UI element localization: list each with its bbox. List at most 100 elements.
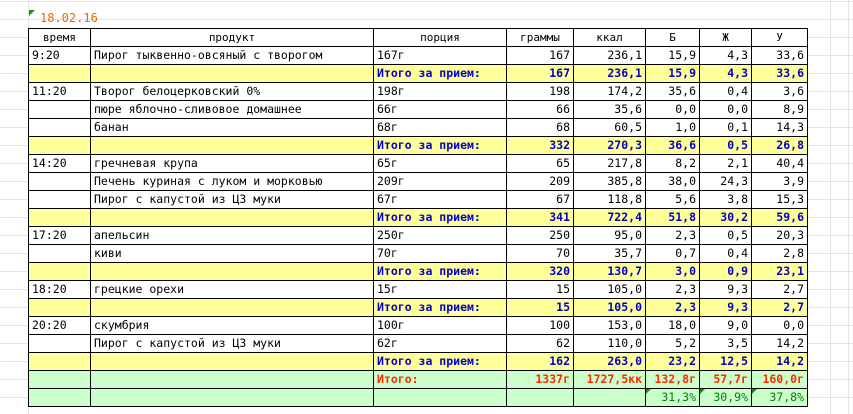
product-cell[interactable]: апельсин [90, 226, 374, 245]
meal-time-cell[interactable] [28, 244, 91, 263]
empty-cell[interactable] [90, 352, 374, 371]
fat-cell[interactable]: 0,4 [699, 82, 752, 101]
total-grams-cell[interactable]: 341 [506, 208, 574, 227]
portion-cell[interactable]: 68г [373, 118, 507, 137]
meal-time-cell[interactable]: 11:20 [28, 82, 91, 101]
portion-cell[interactable]: 209г [373, 172, 507, 191]
empty-cell[interactable] [28, 352, 91, 371]
total-protein-cell[interactable]: 3,0 [645, 262, 700, 281]
empty-cell[interactable] [28, 262, 91, 281]
meal-total-label[interactable]: Итого за прием: [373, 64, 507, 83]
total-fat-cell[interactable]: 30,2 [699, 208, 752, 227]
empty-cell[interactable] [90, 64, 374, 83]
meal-time-cell[interactable]: 18:20 [28, 280, 91, 299]
total-protein-cell[interactable]: 36,6 [645, 136, 700, 155]
kcal-cell[interactable]: 385,8 [573, 172, 646, 191]
protein-cell[interactable]: 18,0 [645, 316, 700, 335]
meal-time-cell[interactable]: 17:20 [28, 226, 91, 245]
protein-cell[interactable]: 8,2 [645, 154, 700, 173]
grand-total-label[interactable]: Итого: [373, 370, 507, 389]
kcal-cell[interactable]: 118,8 [573, 190, 646, 209]
total-carbs-cell[interactable]: 2,7 [751, 298, 808, 317]
grams-cell[interactable]: 70 [506, 244, 574, 263]
total-grams-cell[interactable]: 332 [506, 136, 574, 155]
kcal-cell[interactable]: 35,7 [573, 244, 646, 263]
kcal-cell[interactable]: 153,0 [573, 316, 646, 335]
grams-cell[interactable]: 67 [506, 190, 574, 209]
column-header[interactable]: Ж [699, 28, 752, 47]
total-fat-cell[interactable]: 0,9 [699, 262, 752, 281]
portion-cell[interactable]: 65г [373, 154, 507, 173]
total-grams-cell[interactable]: 162 [506, 352, 574, 371]
fat-cell[interactable]: 0,0 [699, 100, 752, 119]
empty-cell[interactable] [90, 262, 374, 281]
protein-cell[interactable]: 15,9 [645, 46, 700, 65]
grams-cell[interactable]: 167 [506, 46, 574, 65]
column-header[interactable]: ккал [573, 28, 646, 47]
grams-cell[interactable]: 198 [506, 82, 574, 101]
total-fat-cell[interactable]: 0,5 [699, 136, 752, 155]
meal-time-cell[interactable] [28, 334, 91, 353]
protein-cell[interactable]: 2,3 [645, 226, 700, 245]
percent-u-cell[interactable]: 37,8% [751, 388, 808, 407]
product-cell[interactable]: Творог белоцерковский 0% [90, 82, 374, 101]
empty-cell[interactable] [90, 136, 374, 155]
portion-cell[interactable]: 66г [373, 100, 507, 119]
empty-cell[interactable] [90, 298, 374, 317]
total-protein-cell[interactable]: 51,8 [645, 208, 700, 227]
empty-cell[interactable] [90, 388, 374, 407]
carbs-cell[interactable]: 33,6 [751, 46, 808, 65]
product-cell[interactable]: киви [90, 244, 374, 263]
portion-cell[interactable]: 15г [373, 280, 507, 299]
total-protein-cell[interactable]: 15,9 [645, 64, 700, 83]
total-grams-cell[interactable]: 167 [506, 64, 574, 83]
kcal-cell[interactable]: 60,5 [573, 118, 646, 137]
total-grams-cell[interactable]: 320 [506, 262, 574, 281]
column-header[interactable]: У [751, 28, 808, 47]
total-carbs-cell[interactable]: 26,8 [751, 136, 808, 155]
total-protein-cell[interactable]: 23,2 [645, 352, 700, 371]
total-carbs-cell[interactable]: 59,6 [751, 208, 808, 227]
total-kcal-cell[interactable]: 263,0 [573, 352, 646, 371]
total-carbs-cell[interactable]: 14,2 [751, 352, 808, 371]
grand-total-carbs[interactable]: 160,0г [751, 370, 808, 389]
meal-time-cell[interactable] [28, 172, 91, 191]
fat-cell[interactable]: 3,5 [699, 334, 752, 353]
product-cell[interactable]: Пирог тыквенно-овсяный с творогом [90, 46, 374, 65]
total-carbs-cell[interactable]: 33,6 [751, 64, 808, 83]
grand-total-grams[interactable]: 1337г [506, 370, 574, 389]
meal-total-label[interactable]: Итого за прием: [373, 208, 507, 227]
meal-time-cell[interactable]: 9:20 [28, 46, 91, 65]
grand-total-fat[interactable]: 57,7г [699, 370, 752, 389]
total-fat-cell[interactable]: 4,3 [699, 64, 752, 83]
carbs-cell[interactable]: 3,9 [751, 172, 808, 191]
meal-time-cell[interactable] [28, 190, 91, 209]
kcal-cell[interactable]: 95,0 [573, 226, 646, 245]
protein-cell[interactable]: 5,2 [645, 334, 700, 353]
meal-time-cell[interactable]: 20:20 [28, 316, 91, 335]
carbs-cell[interactable]: 2,7 [751, 280, 808, 299]
protein-cell[interactable]: 0,7 [645, 244, 700, 263]
product-cell[interactable]: Пирог с капустой из ЦЗ муки [90, 334, 374, 353]
fat-cell[interactable]: 24,3 [699, 172, 752, 191]
empty-cell[interactable] [28, 208, 91, 227]
portion-cell[interactable]: 250г [373, 226, 507, 245]
portion-cell[interactable]: 167г [373, 46, 507, 65]
protein-cell[interactable]: 2,3 [645, 280, 700, 299]
fat-cell[interactable]: 2,1 [699, 154, 752, 173]
total-carbs-cell[interactable]: 23,1 [751, 262, 808, 281]
kcal-cell[interactable]: 110,0 [573, 334, 646, 353]
empty-cell[interactable] [28, 298, 91, 317]
product-cell[interactable]: банан [90, 118, 374, 137]
meal-time-cell[interactable] [28, 100, 91, 119]
empty-cell[interactable] [28, 388, 91, 407]
total-grams-cell[interactable]: 15 [506, 298, 574, 317]
protein-cell[interactable]: 0,0 [645, 100, 700, 119]
empty-cell[interactable] [90, 208, 374, 227]
column-header[interactable]: граммы [506, 28, 574, 47]
product-cell[interactable]: Печень куриная с луком и морковью [90, 172, 374, 191]
total-kcal-cell[interactable]: 722,4 [573, 208, 646, 227]
fat-cell[interactable]: 3,8 [699, 190, 752, 209]
fat-cell[interactable]: 0,5 [699, 226, 752, 245]
meal-total-label[interactable]: Итого за прием: [373, 136, 507, 155]
